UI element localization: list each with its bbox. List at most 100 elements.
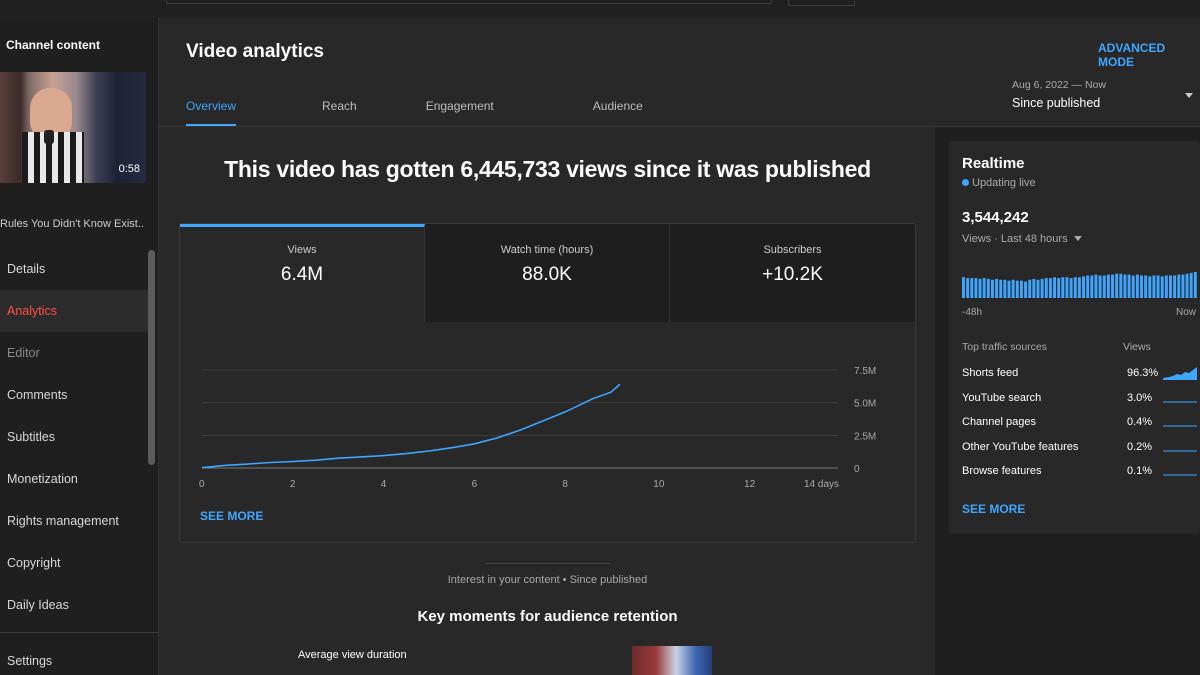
realtime-bar [1019,280,1023,298]
traffic-source-percent: 96.3% [1127,367,1159,379]
see-more-button[interactable]: SEE MORE [200,509,263,523]
interest-caption: Interest in your content • Since publish… [447,574,648,586]
views-line-chart: 0 2.5M 5.0M 7.5M 0 2 4 6 8 10 12 14 days [199,366,876,490]
advanced-mode-button[interactable]: ADVANCED MODE [1098,41,1200,69]
realtime-bar [1131,275,1135,298]
realtime-bar [1069,278,1073,298]
realtime-bar [970,278,974,298]
tab-audience[interactable]: Audience [593,99,643,127]
sidebar-item-details[interactable]: Details [0,248,148,290]
views-series-line [201,383,621,469]
sidebar-item-rights-management[interactable]: Rights management [0,500,148,542]
realtime-bar [1156,275,1160,298]
sidebar-item-settings[interactable]: Settings [7,654,52,668]
realtime-bar [1193,272,1197,298]
traffic-source-sparkline [1163,367,1197,380]
sidebar-item-comments[interactable]: Comments [0,374,148,416]
traffic-source-sparkline [1163,450,1197,451]
realtime-bar [978,278,982,298]
sidebar-scrollbar[interactable] [148,250,155,465]
x-tick-label: 2 [290,479,296,490]
traffic-source-row: Other YouTube features 0.2% [962,441,1198,461]
video-thumbnail[interactable]: 0:58 [0,72,146,183]
realtime-bar [1082,276,1086,298]
date-range-label: Since published [1012,96,1101,110]
metrics-card: Views 6.4M Watch time (hours) 88.0K Subs… [179,223,916,543]
metric-subscribers-tab[interactable]: Subscribers +10.2K [670,224,915,322]
metric-value: 6.4M [280,264,324,285]
realtime-bar [1077,277,1081,298]
analytics-tabs: Overview Reach Engagement Audience [186,99,703,127]
traffic-source-sparkline [1163,425,1197,427]
y-tick-label: 2.5M [854,431,876,442]
tab-overview[interactable]: Overview [186,99,237,127]
live-dot-icon [962,179,969,186]
tab-reach[interactable]: Reach [322,99,357,127]
sidebar-item-analytics[interactable]: Analytics [0,290,148,332]
x-tick-label: 12 [744,479,756,490]
realtime-bar [1024,281,1028,298]
sidebar-item-copyright[interactable]: Copyright [0,542,148,584]
realtime-bar [1115,273,1119,298]
realtime-bar [1098,275,1102,298]
realtime-title: Realtime [962,155,1025,172]
metric-value: +10.2K [762,264,823,285]
traffic-source-name: Shorts feed [962,367,1019,379]
realtime-bar [1177,274,1181,298]
realtime-see-more-button[interactable]: SEE MORE [962,502,1025,516]
page-title: Video analytics [186,41,324,62]
sidebar-divider [0,632,158,633]
sidebar-nav: Details Analytics Editor Comments Subtitles M… [0,248,148,626]
retention-thumbnail [632,646,712,675]
realtime-bar [1135,274,1139,298]
realtime-views-count: 3,544,242 [962,209,1029,226]
x-tick-label: 0 [199,479,205,490]
chevron-down-icon [1073,236,1082,241]
realtime-bar [1144,275,1148,298]
sidebar-item-monetization[interactable]: Monetization [0,458,148,500]
x-tick-label: 6 [472,479,478,490]
traffic-source-percent: 0.4% [1127,416,1153,428]
realtime-bar [1111,274,1114,298]
traffic-source-row: Channel pages 0.4% [962,416,1198,436]
metric-watch-time-tab[interactable]: Watch time (hours) 88.0K [425,224,670,322]
search-box[interactable] [166,0,772,4]
realtime-bar [1123,274,1127,298]
traffic-source-percent: 3.0% [1127,391,1153,404]
realtime-axis-end: Now [1176,307,1197,318]
realtime-bar [1011,279,1015,298]
realtime-bar [1094,274,1098,298]
sidebar-item-editor[interactable]: Editor [0,332,148,374]
realtime-bar [1181,274,1185,298]
realtime-bar [1007,280,1011,298]
traffic-sources-header: Top traffic sources [962,341,1048,353]
date-range-selector[interactable]: Aug 6, 2022 — Now Since published [1012,79,1106,110]
sidebar-item-subtitles[interactable]: Subtitles [0,416,148,458]
traffic-views-header: Views [1123,341,1151,353]
realtime-status-text: Updating live [972,177,1036,189]
traffic-source-row: YouTube search 3.0% [962,392,1198,412]
sidebar-item-daily-ideas[interactable]: Daily Ideas [0,584,148,626]
metric-views-tab[interactable]: Views 6.4M [180,224,425,322]
realtime-axis-start: -48h [962,307,983,318]
realtime-bar [1044,278,1048,298]
top-bar [0,0,1200,18]
realtime-bar-chart [962,272,1197,298]
realtime-bar [1185,273,1189,298]
realtime-bar [974,278,978,298]
metric-label: Subscribers [763,244,822,256]
video-title[interactable]: Rules You Didn't Know Exist.. [0,218,144,230]
realtime-views-dropdown[interactable]: Views · Last 48 hours [962,233,1082,245]
realtime-bar [1015,280,1019,298]
traffic-source-sparkline [1163,474,1197,476]
top-button[interactable] [788,0,855,6]
realtime-card: Realtime Updating live 3,544,242 Views ·… [949,141,1200,534]
sparkline-path [1163,367,1197,380]
realtime-bar [1169,275,1172,298]
traffic-source-name: Channel pages [962,416,1037,428]
realtime-bar [1003,279,1007,298]
traffic-source-percent: 0.1% [1127,465,1153,477]
chevron-down-icon[interactable] [1185,93,1193,98]
tab-engagement[interactable]: Engagement [426,99,494,127]
realtime-bar [1036,279,1040,298]
